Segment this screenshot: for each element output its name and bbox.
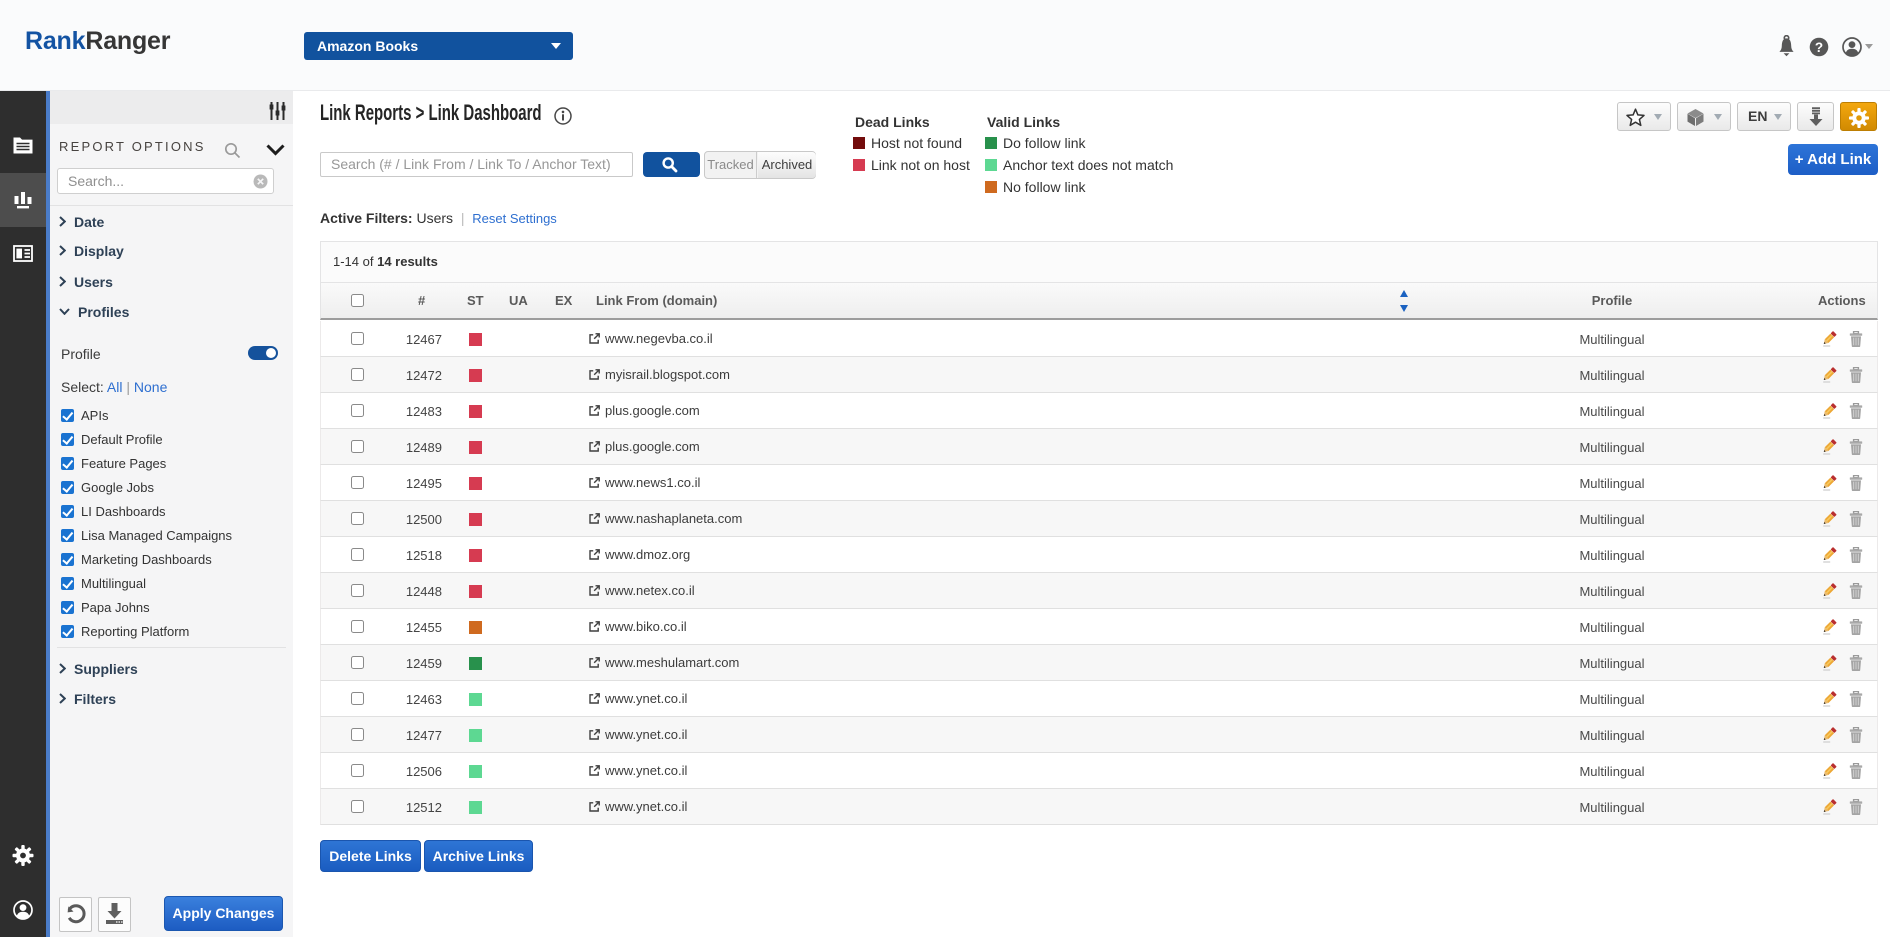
svg-text:?: ? [1815,40,1823,55]
